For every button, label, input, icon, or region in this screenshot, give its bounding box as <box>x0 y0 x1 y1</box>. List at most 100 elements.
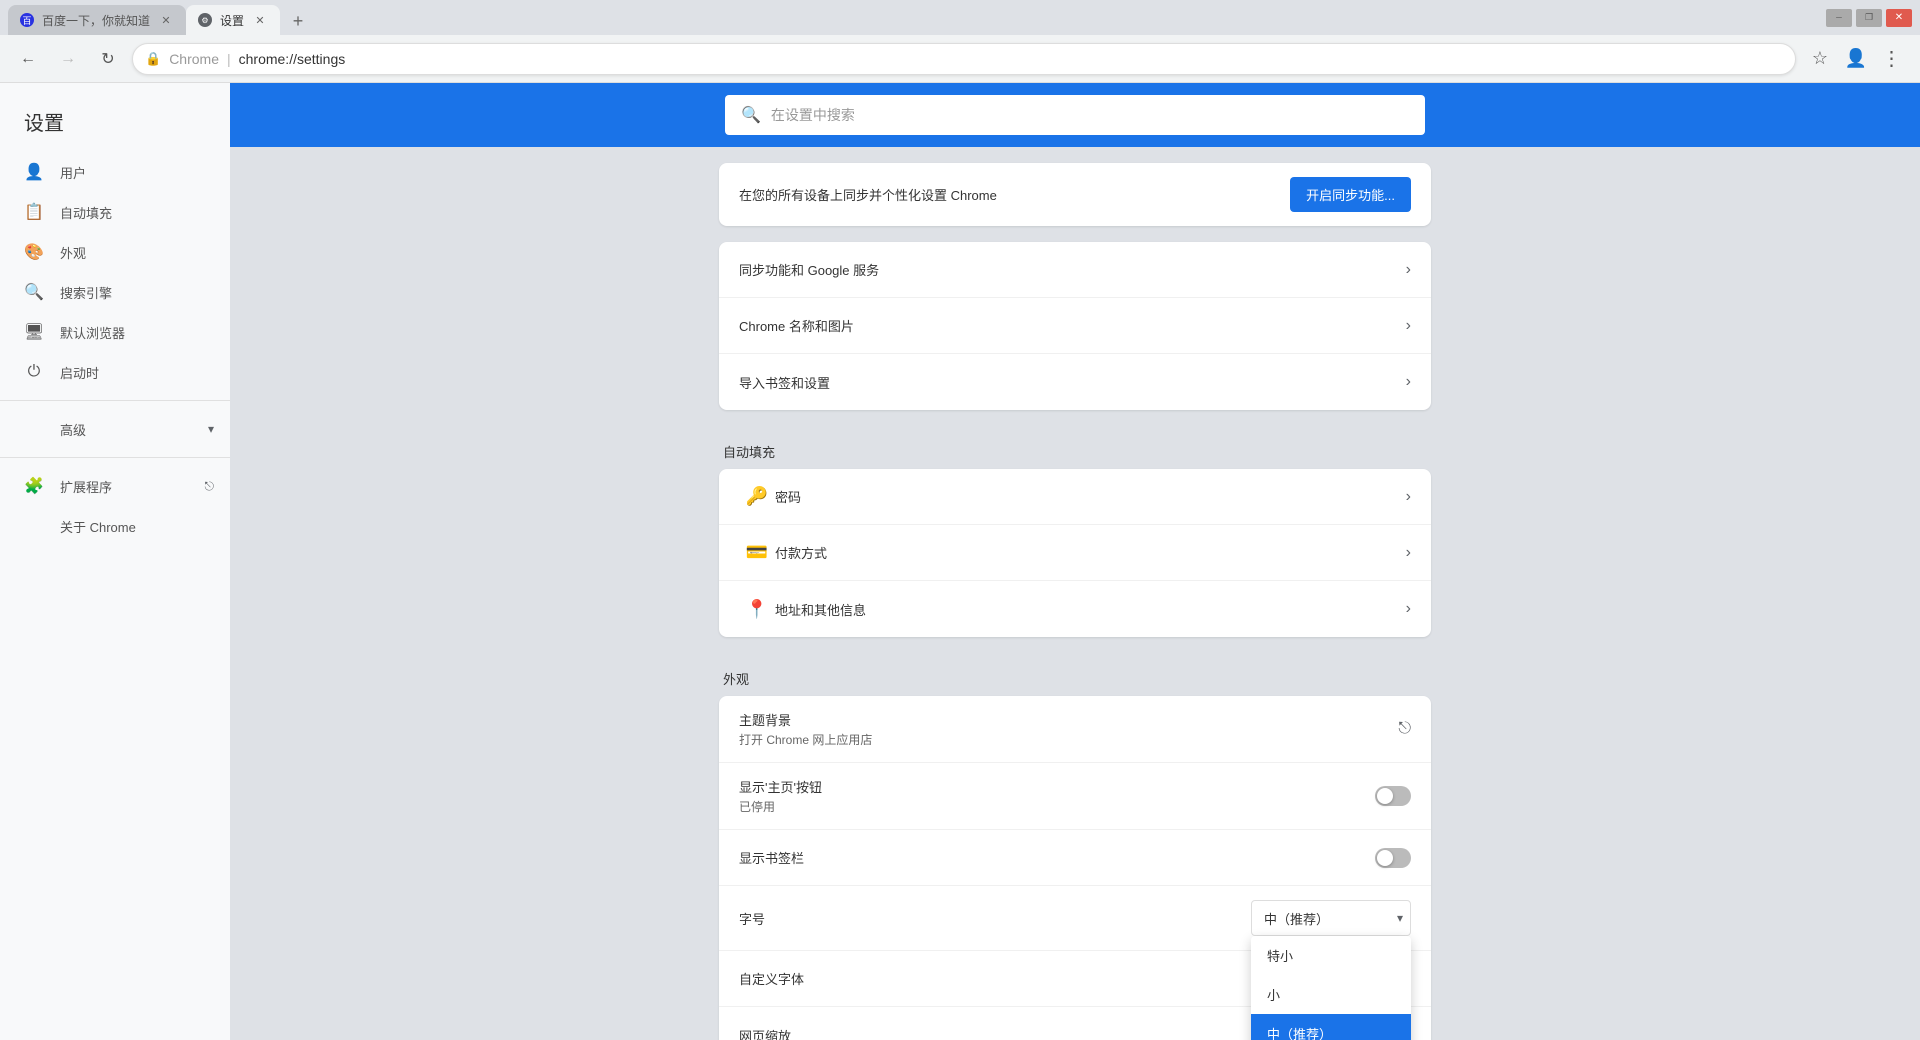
bookmarks-bar-toggle-container <box>1375 848 1411 868</box>
sidebar-item-extensions[interactable]: 🧩 扩展程序 ⎋ <box>0 466 230 506</box>
reload-button[interactable]: ↻ <box>92 43 124 75</box>
font-size-option-medium[interactable]: 中（推荐） <box>1251 1014 1411 1040</box>
profile-button[interactable]: 👤 <box>1840 43 1872 75</box>
settings-search-box[interactable]: 🔍 在设置中搜索 <box>725 95 1425 135</box>
default-browser-icon: 🖥 <box>24 322 44 342</box>
home-button-subtitle: 已停用 <box>739 798 1375 815</box>
address-title: 地址和其他信息 <box>775 600 1406 619</box>
home-button-toggle[interactable] <box>1375 786 1411 806</box>
restore-button[interactable]: ❐ <box>1856 9 1882 27</box>
sync-button[interactable]: 开启同步功能... <box>1290 177 1411 212</box>
address-item[interactable]: 📍 地址和其他信息 › <box>719 581 1431 637</box>
tab-favicon-baidu: 百 <box>20 13 34 27</box>
passwords-title: 密码 <box>775 487 1406 506</box>
address-bar[interactable]: 🔒 Chrome | chrome://settings <box>132 43 1796 75</box>
sync-description: 在您的所有设备上同步并个性化设置 Chrome <box>739 185 1290 204</box>
home-button-title: 显示'主页'按钮 <box>739 777 1375 796</box>
tab-close-baidu[interactable]: ✕ <box>158 12 174 28</box>
extensions-icon: 🧩 <box>24 476 44 496</box>
back-button[interactable]: ← <box>12 43 44 75</box>
sync-services-title: 同步功能和 Google 服务 <box>739 260 1406 279</box>
sidebar: 设置 👤 用户 📋 自动填充 🎨 外观 🔍 搜索引擎 🖥 默认浏览器 <box>0 83 230 1040</box>
tab-title-baidu: 百度一下，你就知道 <box>42 12 150 29</box>
sidebar-item-default-browser[interactable]: 🖥 默认浏览器 <box>0 312 222 352</box>
chrome-name-photo-arrow-icon: › <box>1406 317 1411 335</box>
address-separator: | <box>227 51 231 67</box>
startup-icon: ⏻ <box>24 362 44 382</box>
import-title: 导入书签和设置 <box>739 373 1406 392</box>
new-tab-button[interactable]: + <box>284 7 312 35</box>
payment-item[interactable]: 💳 付款方式 › <box>719 525 1431 581</box>
settings-top-bar: 🔍 在设置中搜索 <box>230 83 1920 147</box>
font-size-select[interactable]: 中（推荐） ▾ <box>1251 900 1411 936</box>
browser-frame: 百 百度一下，你就知道 ✕ ⚙ 设置 ✕ + ─ ❐ ✕ ← → ↻ 🔒 Chr… <box>0 0 1920 1040</box>
tab-baidu[interactable]: 百 百度一下，你就知道 ✕ <box>8 5 186 35</box>
payment-icon: 💳 <box>739 542 775 563</box>
autofill-card: 🔑 密码 › 💳 付款方式 › 📍 <box>719 469 1431 637</box>
payment-title: 付款方式 <box>775 543 1406 562</box>
theme-item[interactable]: 主题背景 打开 Chrome 网上应用店 ⎋ <box>719 696 1431 763</box>
tab-settings[interactable]: ⚙ 设置 ✕ <box>186 5 280 35</box>
autofill-icon: 📋 <box>24 202 44 222</box>
font-size-select-value: 中（推荐） <box>1264 909 1329 928</box>
sync-services-item[interactable]: 同步功能和 Google 服务 › <box>719 242 1431 298</box>
sidebar-label-advanced: 高级 <box>60 420 86 439</box>
sidebar-item-search[interactable]: 🔍 搜索引擎 <box>0 272 222 312</box>
tab-title-settings: 设置 <box>220 12 244 29</box>
tab-strip: 百 百度一下，你就知道 ✕ ⚙ 设置 ✕ + <box>8 0 1826 35</box>
tab-close-settings[interactable]: ✕ <box>252 12 268 28</box>
sidebar-label-autofill: 自动填充 <box>60 203 112 222</box>
menu-button[interactable]: ⋮ <box>1876 43 1908 75</box>
sidebar-item-appearance[interactable]: 🎨 外观 <box>0 232 222 272</box>
font-size-select-arrow-icon: ▾ <box>1397 911 1403 925</box>
sidebar-item-users[interactable]: 👤 用户 <box>0 152 222 192</box>
appearance-card: 主题背景 打开 Chrome 网上应用店 ⎋ 显示'主页'按钮 已停用 <box>719 696 1431 1040</box>
appearance-icon: 🎨 <box>24 242 44 262</box>
sync-banner: 在您的所有设备上同步并个性化设置 Chrome 开启同步功能... <box>719 163 1431 226</box>
chrome-name-photo-title: Chrome 名称和图片 <box>739 316 1406 335</box>
sidebar-item-startup[interactable]: ⏻ 启动时 <box>0 352 222 392</box>
nav-right-buttons: ☆ 👤 ⋮ <box>1804 43 1908 75</box>
settings-content: 🔍 在设置中搜索 在您的所有设备上同步并个性化设置 Chrome 开启同步功能.… <box>230 83 1920 1040</box>
lock-icon: 🔒 <box>145 51 161 67</box>
import-item[interactable]: 导入书签和设置 › <box>719 354 1431 410</box>
address-chrome-text: Chrome <box>169 51 219 67</box>
sync-services-arrow-icon: › <box>1406 261 1411 279</box>
passwords-item[interactable]: 🔑 密码 › <box>719 469 1431 525</box>
theme-subtitle: 打开 Chrome 网上应用店 <box>739 731 1398 748</box>
address-arrow-icon: › <box>1406 600 1411 618</box>
font-size-option-small[interactable]: 小 <box>1251 975 1411 1014</box>
sidebar-label-extensions: 扩展程序 <box>60 477 112 496</box>
autofill-section-title: 自动填充 <box>719 426 1431 469</box>
font-size-title: 字号 <box>739 909 1251 928</box>
home-button-item[interactable]: 显示'主页'按钮 已停用 <box>719 763 1431 830</box>
nav-bar: ← → ↻ 🔒 Chrome | chrome://settings ☆ 👤 ⋮ <box>0 35 1920 83</box>
forward-button[interactable]: → <box>52 43 84 75</box>
bookmarks-bar-title: 显示书签栏 <box>739 848 1375 867</box>
main-content: 设置 👤 用户 📋 自动填充 🎨 外观 🔍 搜索引擎 🖥 默认浏览器 <box>0 83 1920 1040</box>
import-arrow-icon: › <box>1406 373 1411 391</box>
search-input-placeholder[interactable]: 在设置中搜索 <box>771 105 855 125</box>
sidebar-item-about[interactable]: 关于 Chrome <box>0 506 222 546</box>
minimize-button[interactable]: ─ <box>1826 9 1852 27</box>
advanced-chevron-icon: ▾ <box>208 422 214 436</box>
about-icon <box>24 516 44 536</box>
close-button[interactable]: ✕ <box>1886 9 1912 27</box>
bookmarks-bar-item[interactable]: 显示书签栏 <box>719 830 1431 886</box>
sidebar-item-advanced[interactable]: 高级 ▾ <box>0 409 230 449</box>
home-button-toggle-container <box>1375 786 1411 806</box>
sidebar-label-search: 搜索引擎 <box>60 283 112 302</box>
sidebar-item-autofill[interactable]: 📋 自动填充 <box>0 192 222 232</box>
payment-arrow-icon: › <box>1406 544 1411 562</box>
address-path-text: chrome://settings <box>239 51 346 67</box>
sidebar-label-appearance: 外观 <box>60 243 86 262</box>
users-icon: 👤 <box>24 162 44 182</box>
search-engine-icon: 🔍 <box>24 282 44 302</box>
font-size-item: 字号 中（推荐） ▾ 特小 小 <box>719 886 1431 951</box>
sidebar-divider <box>0 400 230 401</box>
font-size-option-tiny[interactable]: 特小 <box>1251 936 1411 975</box>
font-size-select-container: 中（推荐） ▾ 特小 小 中（推荐） 大 特大 <box>1251 900 1411 936</box>
bookmarks-bar-toggle[interactable] <box>1375 848 1411 868</box>
chrome-name-photo-item[interactable]: Chrome 名称和图片 › <box>719 298 1431 354</box>
bookmark-button[interactable]: ☆ <box>1804 43 1836 75</box>
